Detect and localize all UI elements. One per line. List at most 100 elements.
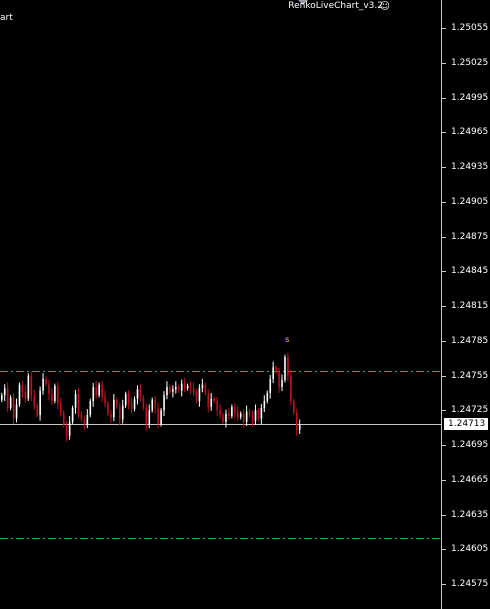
candle-body <box>154 399 156 408</box>
candle-body <box>139 389 142 398</box>
candle-body <box>36 405 38 415</box>
candle-body <box>269 378 272 393</box>
candle-body <box>15 404 18 419</box>
chart-area[interactable]: art RenkoLiveChart_v3.2 ☺ s <box>0 0 441 609</box>
candle-body <box>169 387 171 392</box>
price-tick-mark <box>442 514 446 516</box>
price-tick-label: 1.24905 <box>451 196 489 207</box>
window-title-fragment: art <box>0 13 13 23</box>
candle-body <box>80 413 83 420</box>
price-tick-label: 1.25025 <box>451 57 489 68</box>
candle-body <box>260 407 263 419</box>
smiley-icon: ☺ <box>379 1 390 12</box>
price-tick-label: 1.24785 <box>451 335 489 346</box>
candle-body <box>210 398 213 407</box>
candle-body <box>24 391 27 399</box>
candle-body <box>166 387 168 396</box>
candle-body <box>160 410 162 425</box>
candle-body <box>95 387 97 396</box>
candle-body <box>71 407 74 422</box>
signal-marker: s <box>285 334 290 344</box>
candle-body <box>57 385 59 404</box>
candle-body <box>219 410 221 415</box>
candle-body <box>1 395 3 400</box>
candle-body <box>9 397 12 408</box>
candle-body <box>290 375 292 401</box>
candle-body <box>124 394 127 406</box>
price-tick-mark <box>442 375 446 377</box>
candle-body <box>189 385 192 389</box>
candle-body <box>242 413 245 422</box>
candle-body <box>3 388 6 396</box>
candle-body <box>113 399 115 418</box>
candle-body <box>234 406 236 413</box>
candle-body <box>133 398 136 410</box>
candlestick-chart <box>0 352 441 539</box>
candle-body <box>239 413 242 418</box>
price-tick-mark <box>442 340 446 342</box>
candle-body <box>148 410 151 425</box>
price-tick-mark <box>442 306 446 307</box>
indicator-title: RenkoLiveChart_v3.2 <box>288 1 383 11</box>
candle-body <box>130 403 133 410</box>
candle-body <box>54 385 56 401</box>
price-tick-label: 1.24665 <box>451 474 489 485</box>
price-tick-label: 1.24605 <box>451 544 489 555</box>
current-price-label: 1.24713 <box>444 418 488 431</box>
candle-body <box>207 392 210 407</box>
candle-body <box>204 384 207 393</box>
price-tick-mark <box>442 167 446 168</box>
candle-body <box>116 399 118 407</box>
candle-body <box>284 356 286 381</box>
candle-body <box>175 387 177 390</box>
price-tick-label: 1.24965 <box>451 127 489 138</box>
price-tick-label: 1.24845 <box>451 266 489 277</box>
candle-body <box>121 405 124 420</box>
candle-body <box>21 384 24 392</box>
candle-body <box>172 389 174 392</box>
candle-body <box>151 399 154 411</box>
candle-body <box>195 391 198 401</box>
candle-body <box>83 419 86 425</box>
candle-body <box>180 383 183 391</box>
candle-body <box>65 425 68 436</box>
candle-body <box>74 394 77 408</box>
price-tick-label: 1.24815 <box>451 301 489 311</box>
candle-body <box>157 407 159 425</box>
price-tick-label: 1.24575 <box>451 579 489 589</box>
candle-body <box>278 372 280 388</box>
candle-body <box>136 389 139 399</box>
candle-body <box>231 406 233 417</box>
candle-body <box>275 367 277 373</box>
candle-body <box>39 390 41 415</box>
candle-body <box>98 384 100 396</box>
candle-body <box>192 388 195 392</box>
candle-body <box>89 400 92 415</box>
candle-body <box>33 395 36 406</box>
candle-body <box>272 367 274 379</box>
candle-body <box>228 413 230 417</box>
candle-body <box>163 395 165 411</box>
price-tick-label: 1.25055 <box>451 23 489 33</box>
price-tick-mark <box>442 549 446 551</box>
candle-body <box>60 403 62 413</box>
candle-body <box>213 398 215 401</box>
candle-body <box>110 413 112 418</box>
candle-body <box>293 400 295 413</box>
price-tick-mark <box>442 201 446 203</box>
candle-body <box>245 411 248 422</box>
price-tick-mark <box>442 236 446 238</box>
candle-body <box>216 400 218 411</box>
candle-body <box>281 380 283 388</box>
candle-body <box>186 385 189 389</box>
price-axis[interactable]: 1.25055 1.25025 1.24995 1.24965 1.24935 1.249… <box>441 0 490 609</box>
price-tick-mark <box>442 28 446 29</box>
candle-body <box>6 388 9 408</box>
candle-body <box>198 388 201 401</box>
candle-body <box>225 413 227 422</box>
candle-body <box>30 375 33 396</box>
candle-body <box>92 387 95 401</box>
candle-body <box>68 421 71 436</box>
price-tick-mark <box>442 584 446 585</box>
candle-body <box>101 384 103 397</box>
